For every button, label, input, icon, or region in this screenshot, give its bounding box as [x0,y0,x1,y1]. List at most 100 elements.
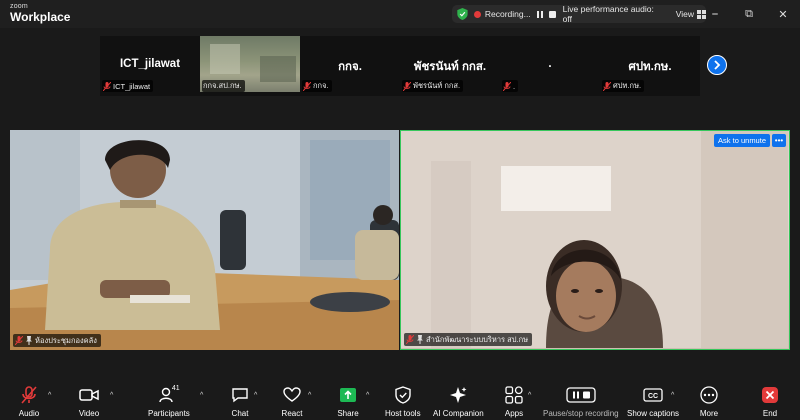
participant-gallery-strip: ICT_jilawat ICT_jilawat กกจ.สป.กษ. กกจ. … [100,36,700,96]
ask-to-unmute-button[interactable]: Ask to unmute [714,134,770,147]
audio-options-caret-icon[interactable]: ^ [48,392,51,399]
chat-button[interactable]: Chat [229,386,251,420]
chat-options-caret-icon[interactable]: ^ [254,392,257,399]
participant-name-label: สำนักพัฒนาระบบบริหาร สป.กษ [404,333,533,346]
closed-captions-icon: CC [643,388,663,402]
share-options-caret-icon[interactable]: ^ [366,392,369,399]
participant-video-feed [401,131,788,348]
participants-label: Participants [148,409,190,418]
share-screen-icon [340,388,356,402]
next-page-button[interactable] [707,55,727,75]
mic-muted-icon [15,336,23,345]
participant-label: กกจ. [302,80,332,92]
app-logo: zoom Workplace [10,3,70,23]
maximize-icon[interactable]: ⧉ [732,8,766,21]
participant-label-text: ศปท.กษ. [613,81,642,90]
mic-muted-icon [103,81,111,91]
participant-name: ICT_jilawat [119,58,181,70]
zoom-meeting-window: zoom Workplace Recording... Live perform… [0,0,800,420]
pin-icon [417,335,423,344]
apps-button[interactable]: Apps [503,386,525,420]
pause-stop-recording-button[interactable]: Pause/stop recording [543,386,619,420]
share-button[interactable]: Share [337,386,359,420]
participants-options-caret-icon[interactable]: ^ [200,392,203,399]
view-label: View [675,9,695,19]
brand-small: zoom [10,3,28,10]
participant-label-text: ICT_jilawat [113,81,151,91]
mic-muted-icon [303,81,311,91]
mic-muted-icon [603,81,611,91]
microphone-muted-icon [21,386,37,404]
video-camera-icon [79,389,99,401]
end-call-icon [762,387,778,403]
participant-label-text: กกจ. [313,81,329,90]
end-meeting-button[interactable]: End [759,386,781,420]
more-ellipsis-icon [700,386,718,404]
meeting-room-video-feed [10,130,399,350]
video-panel-left[interactable]: ห้องประชุมกองคลัง [10,130,399,350]
audio-button[interactable]: Audio [18,386,40,420]
pause-recording-icon[interactable] [536,10,543,18]
participant-tile[interactable]: . . [500,36,600,96]
participant-tile[interactable]: ศปท.กษ. ศปท.กษ. [600,36,700,96]
participant-name: กกจ. [338,61,362,73]
meeting-toolbar: Audio ^ Video ^ 41 Participants ^ Chat ^… [0,382,800,420]
apps-label: Apps [504,409,524,418]
participant-name-label: ห้องประชุมกองคลัง [13,334,101,347]
participant-label-text: กกจ.สป.กษ. [203,81,242,90]
mic-muted-icon [503,81,511,91]
host-tools-label: Host tools [385,409,421,418]
share-label: Share [337,409,359,418]
mic-muted-icon [403,81,411,91]
heart-icon [283,387,301,402]
participant-name-text: สำนักพัฒนาระบบบริหาร สป.กษ [426,334,529,344]
participant-tile[interactable]: ICT_jilawat ICT_jilawat [100,36,200,96]
participants-count: 41 [171,385,180,392]
recording-text: Recording... [484,9,531,19]
apps-grid-icon [505,386,523,404]
participant-label: ICT_jilawat [102,80,154,92]
video-label: Video [78,409,100,418]
participant-tile[interactable]: กกจ. กกจ. [300,36,400,96]
apps-options-caret-icon[interactable]: ^ [528,392,531,399]
participant-name: . [548,58,552,70]
participant-name: พัชรนันท์ กกส. [413,61,487,73]
host-tools-button[interactable]: Host tools [385,386,421,420]
more-button[interactable]: More [698,386,720,420]
chevron-right-icon [714,60,721,70]
pause-stop-recording-label: Pause/stop recording [543,409,619,418]
end-label: End [762,409,778,418]
video-panel-right-active-speaker[interactable]: Ask to unmute ••• สำนักพัฒนาระบบบริหาร ส… [400,130,790,350]
audio-label: Audio [18,409,40,418]
participant-label-text: . [513,81,516,91]
title-bar: zoom Workplace Recording... Live perform… [0,0,800,28]
participant-name-text: ห้องประชุมกองคลัง [35,335,97,345]
stop-recording-icon[interactable] [548,10,556,18]
show-captions-label: Show captions [627,409,680,418]
participant-label: . [502,80,519,92]
participant-tile-video[interactable]: กกจ.สป.กษ. [200,36,300,96]
react-label: React [281,409,303,418]
minimize-icon[interactable]: ⎯ [698,8,732,21]
close-icon[interactable]: ✕ [766,8,800,21]
mic-muted-icon [406,335,414,344]
video-button[interactable]: Video [78,386,100,420]
recording-dot-icon [473,10,481,18]
more-options-icon[interactable]: ••• [772,134,786,147]
ai-companion-button[interactable]: AI Companion [433,386,484,420]
video-options-caret-icon[interactable]: ^ [110,392,113,399]
react-button[interactable]: React [281,386,303,420]
live-audio-status: Live performance audio: off [562,4,654,24]
host-shield-icon [395,386,411,404]
security-shield-icon[interactable] [457,8,468,20]
chat-label: Chat [231,409,249,418]
participant-label: ศปท.กษ. [602,80,645,92]
participant-tile[interactable]: พัชรนันท์ กกส. พัชรนันท์ กกส. [400,36,500,96]
participants-button[interactable]: 41 Participants [148,385,190,420]
ai-sparkle-icon [450,387,467,403]
brand-workplace: Workplace [10,10,71,24]
captions-options-caret-icon[interactable]: ^ [671,392,674,399]
participant-label: กกจ.สป.กษ. [202,80,245,92]
window-controls: ⎯ ⧉ ✕ [698,0,800,28]
react-options-caret-icon[interactable]: ^ [308,392,311,399]
